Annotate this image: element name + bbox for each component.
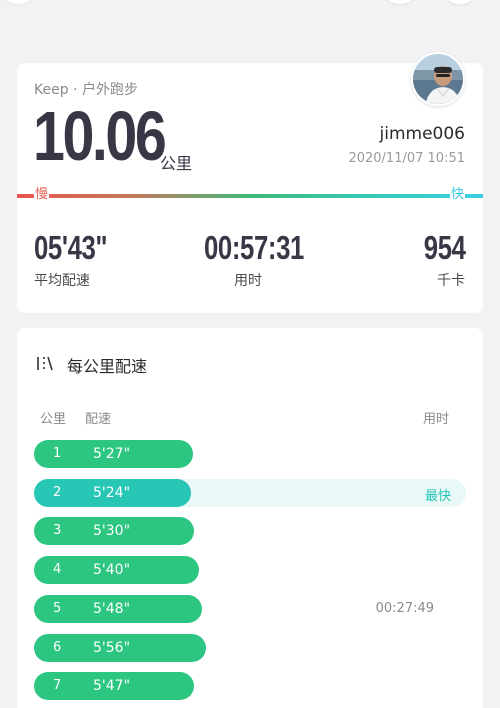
duration-value: 00:57:31 (204, 229, 304, 266)
activity-type: Keep · 户外跑步 (34, 82, 138, 98)
col-header-km: 公里 (40, 412, 67, 427)
pace-gradient-bar (17, 194, 483, 198)
duration-label: 用时 (234, 273, 262, 289)
split-cumulative-time: 00:27:49 (375, 600, 434, 616)
split-km: 3 (53, 523, 62, 539)
avg-pace-value: 05'43" (34, 229, 108, 266)
fastest-badge: 最快 (424, 488, 451, 504)
slow-label: 慢 (34, 186, 50, 204)
split-pace: 5'24" (93, 484, 131, 501)
top-button-right-1[interactable] (380, 0, 420, 4)
split-pace: 5'30" (93, 523, 131, 540)
col-header-time: 用时 (422, 412, 449, 427)
distance-value: 10.06 (33, 97, 167, 175)
split-pace: 5'48" (93, 600, 131, 617)
top-button-right-2[interactable] (440, 0, 480, 4)
split-km: 7 (53, 678, 62, 694)
avatar[interactable] (411, 52, 465, 106)
split-row[interactable]: 4 5'40" (34, 556, 466, 585)
split-pace: 5'56" (93, 639, 131, 656)
fast-label: 快 (450, 186, 466, 204)
splits-title: 每公里配速 (67, 357, 148, 376)
calories-value: 954 (424, 229, 466, 266)
top-button-left[interactable] (0, 0, 38, 4)
run-datetime: 2020/11/07 10:51 (348, 151, 465, 166)
split-row[interactable]: 6 5'56" (34, 633, 466, 662)
split-row[interactable]: 3 5'30" (34, 517, 466, 546)
split-row[interactable]: 5 5'48" 00:27:49 (34, 594, 466, 623)
split-km: 1 (53, 446, 62, 461)
splits-card: 每公里配速 公里 配速 用时 1 5'27" 2 5'24" 最快 3 5'30" 4 5'40… (17, 328, 483, 708)
split-km: 5 (53, 600, 62, 616)
split-km: 6 (53, 639, 62, 655)
split-pace: 5'47" (93, 678, 131, 695)
calories-label: 千卡 (437, 273, 465, 289)
username[interactable]: jimme006 (380, 124, 465, 144)
pace-lanes-icon (37, 356, 53, 371)
split-km: 2 (53, 484, 62, 500)
split-row[interactable]: 1 5'27" (34, 440, 466, 468)
distance-unit: 公里 (160, 154, 193, 173)
col-header-pace: 配速 (85, 412, 112, 427)
split-pace: 5'27" (93, 446, 131, 462)
split-row[interactable]: 2 5'24" 最快 (34, 478, 466, 507)
avg-pace-label: 平均配速 (34, 273, 90, 289)
split-row[interactable]: 7 5'47" (34, 672, 466, 701)
split-pace: 5'40" (93, 562, 131, 579)
avatar-photo (413, 54, 463, 104)
split-km: 4 (53, 562, 62, 578)
